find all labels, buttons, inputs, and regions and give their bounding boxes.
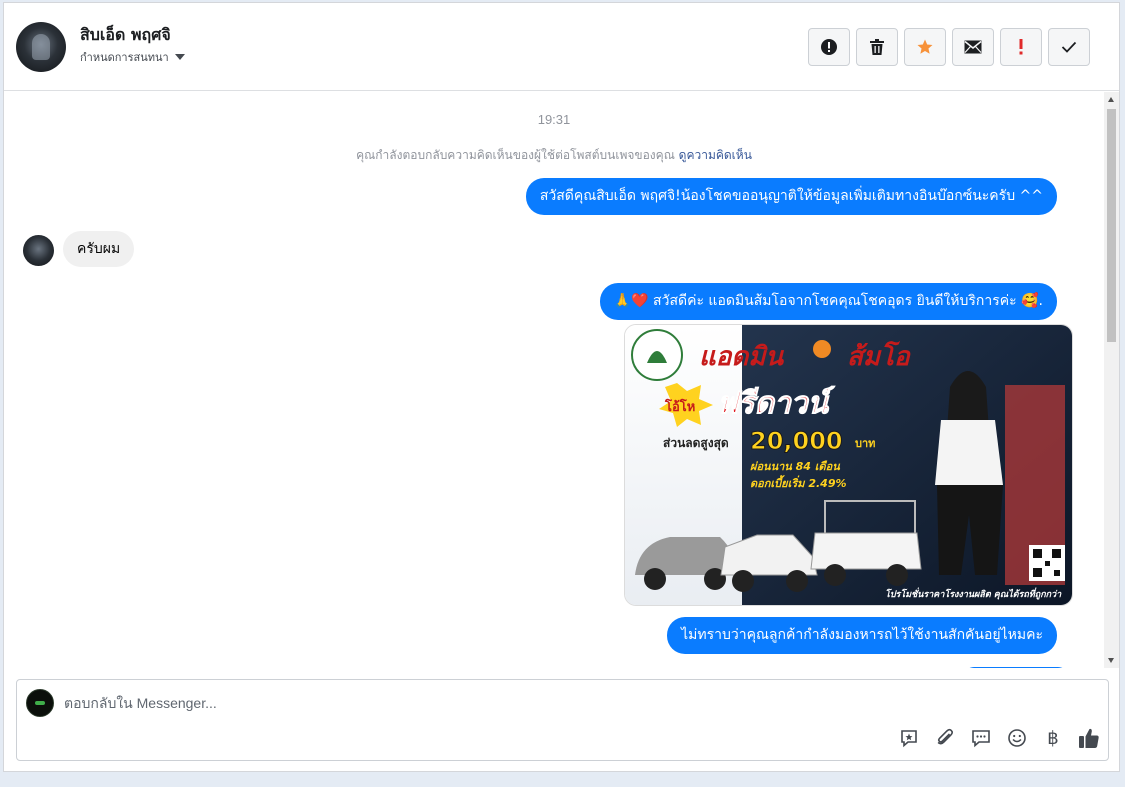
emoji-icon (1008, 729, 1026, 747)
exclamation-icon (1019, 39, 1023, 55)
scrollbar-thumb[interactable] (1107, 109, 1116, 342)
contact-small-avatar (23, 235, 54, 266)
assign-label: กำหนดการสนทนา (80, 51, 169, 64)
thumbs-up-icon (1079, 728, 1099, 748)
saved-reply-button[interactable] (898, 726, 920, 750)
composer-toolbar: ฿ (898, 726, 1100, 750)
payment-button[interactable]: ฿ (1042, 726, 1064, 750)
outgoing-message-partial (964, 667, 1068, 668)
context-text: คุณกำลังตอบกลับความคิดเห็นของผู้ใช้ต่อโพ… (356, 148, 675, 162)
view-comment-link[interactable]: ดูความคิดเห็น (679, 148, 752, 162)
conversation-header: สิบเอ็ด พฤศจิ กำหนดการสนทนา (4, 3, 1119, 91)
follow-up-button[interactable] (1000, 28, 1042, 66)
delete-button[interactable] (856, 28, 898, 66)
promo-image: แอดมิน ส้มโอ โอ้โห ฟรีดาวน์ ส่วนลดสูงสุด… (625, 325, 1072, 605)
conversation-panel: สิบเอ็ด พฤศจิ กำหนดการสนทนา 19:31 คุณกำล… (3, 2, 1120, 772)
scroll-up-arrow-icon[interactable] (1108, 97, 1114, 102)
scroll-down-arrow-icon[interactable] (1108, 658, 1114, 663)
incoming-message[interactable]: ครับผม (63, 231, 135, 267)
promo-headline-2: ส้มโอ (847, 340, 911, 372)
promo-badge: โอ้โห (664, 398, 695, 415)
baht-icon: ฿ (1047, 727, 1059, 749)
reply-context-notice: คุณกำลังตอบกลับความคิดเห็นของผู้ใช้ต่อโพ… (4, 146, 1104, 165)
contact-name[interactable]: สิบเอ็ด พฤศจิ (80, 23, 171, 48)
envelope-icon (964, 40, 982, 54)
chat-button[interactable] (970, 726, 992, 750)
mark-spam-button[interactable] (808, 28, 850, 66)
outgoing-message[interactable]: สวัสดีคุณสิบเอ็ด พฤศจิ!น้องโชคขออนุญาติใ… (525, 178, 1057, 215)
emoji-button[interactable] (1006, 726, 1028, 750)
outgoing-message[interactable]: 🙏❤️ สวัสดีค่ะ แอดมินส้มโอจากโชคคุณโชคอุด… (599, 283, 1057, 320)
promo-image-attachment[interactable]: แอดมิน ส้มโอ โอ้โห ฟรีดาวน์ ส่วนลดสูงสุด… (624, 324, 1073, 606)
message-thread[interactable]: 19:31 คุณกำลังตอบกลับความคิดเห็นของผู้ใช… (4, 92, 1104, 668)
promo-discount-label: ส่วนลดสูงสุด (663, 436, 729, 451)
reply-input[interactable] (64, 693, 864, 713)
trash-icon (870, 39, 884, 55)
attach-file-button[interactable] (934, 726, 956, 750)
mark-unread-button[interactable] (952, 28, 994, 66)
action-toolbar (808, 28, 1090, 66)
promo-discount-unit: บาท (855, 437, 875, 450)
promo-headline: แอดมิน (699, 342, 784, 372)
promo-rate: ดอกเบี้ยเริ่ม 2.49% (750, 475, 847, 490)
chat-bubble-icon (972, 730, 990, 748)
mark-done-button[interactable] (1048, 28, 1090, 66)
assign-conversation-dropdown[interactable]: กำหนดการสนทนา (80, 48, 185, 66)
outgoing-message[interactable]: ไม่ทราบว่าคุณลูกค้ากำลังมองหารถไว้ใช้งาน… (667, 617, 1057, 654)
saved-reply-icon (901, 730, 917, 748)
page-avatar (26, 689, 54, 717)
like-button[interactable] (1078, 726, 1100, 750)
thread-scrollbar[interactable] (1104, 92, 1119, 668)
check-icon (1061, 41, 1077, 53)
promo-term: ผ่อนนาน 84 เดือน (750, 460, 840, 473)
promo-free-down: ฟรีดาวน์ (717, 386, 835, 421)
exclamation-circle-icon (821, 39, 837, 55)
star-icon (917, 39, 933, 54)
message-timestamp: 19:31 (537, 112, 571, 127)
attachment-icon (937, 728, 953, 745)
promo-discount-value: 20,000 (750, 427, 843, 455)
star-button[interactable] (904, 28, 946, 66)
caret-down-icon (174, 54, 185, 60)
reply-composer: ฿ (16, 679, 1109, 761)
contact-avatar[interactable] (16, 22, 66, 72)
